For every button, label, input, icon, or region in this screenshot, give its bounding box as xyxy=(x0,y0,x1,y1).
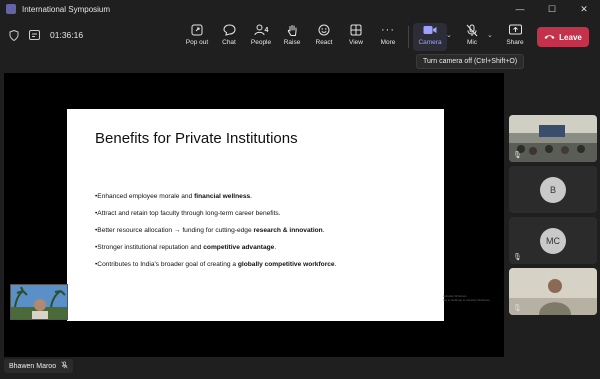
view-label: View xyxy=(349,39,363,46)
mic-label: Mic xyxy=(466,39,478,46)
raise-hand-button[interactable]: Raise xyxy=(275,23,309,51)
mic-muted-icon: 🎙 xyxy=(513,152,522,159)
people-label: People xyxy=(250,39,272,46)
participant-tile[interactable]: 🎙 xyxy=(509,115,597,162)
people-button[interactable]: 4 People xyxy=(244,23,278,51)
presenter-video[interactable] xyxy=(10,284,68,320)
meeting-info: 01:36:16 xyxy=(8,29,83,41)
toolbar-divider xyxy=(408,26,409,48)
react-button[interactable]: React xyxy=(307,23,341,51)
more-label: More xyxy=(380,39,396,46)
slide-bullet: •Enhanced employee morale and financial … xyxy=(95,193,253,200)
more-icon: ··· xyxy=(381,24,395,36)
meeting-timer: 01:36:16 xyxy=(50,30,84,40)
share-label: Share xyxy=(506,39,524,46)
recording-info-icon[interactable] xyxy=(28,29,40,41)
maximize-button[interactable]: ☐ xyxy=(536,0,568,18)
slide-bullet: •Better resource allocation → funding fo… xyxy=(95,227,325,234)
slide-bullet-list: •Enhanced employee morale and financial … xyxy=(95,193,336,278)
camera-button[interactable]: Camera xyxy=(413,23,447,51)
chat-label: Chat xyxy=(222,39,236,46)
share-button[interactable]: Share xyxy=(498,23,532,51)
share-icon xyxy=(508,23,522,37)
meeting-toolbar: 01:36:16 Pop out Chat 4 People Raise Rea… xyxy=(0,18,600,56)
mic-options-chevron-icon[interactable]: ⌄ xyxy=(487,31,493,39)
view-button[interactable]: View xyxy=(339,23,373,51)
presenter-name: Bhawen Maroo xyxy=(9,362,57,370)
camera-icon xyxy=(423,23,437,37)
camera-options-chevron-icon[interactable]: ⌄ xyxy=(446,31,452,39)
slide-bullet: •Attract and retain top faculty through … xyxy=(95,210,281,217)
window-controls: — ☐ ✕ xyxy=(504,0,600,18)
presenter-name-tag: Bhawen Maroo xyxy=(4,359,74,373)
chat-icon xyxy=(222,23,236,37)
minimize-button[interactable]: — xyxy=(504,0,536,18)
people-icon: 4 xyxy=(251,23,271,37)
popout-label: Pop out xyxy=(185,39,209,46)
camera-label: Camera xyxy=(418,39,442,46)
raise-label: Raise xyxy=(283,39,301,46)
emoji-icon xyxy=(317,23,331,37)
close-button[interactable]: ✕ xyxy=(568,0,600,18)
phone-hangup-icon xyxy=(544,33,555,42)
window-title: International Symposium xyxy=(22,4,111,14)
avatar: B xyxy=(540,177,566,203)
mic-muted-icon: 🎙 xyxy=(513,305,522,312)
slide-bullet: •Contributes to India's broader goal of … xyxy=(95,261,337,268)
participant-tile[interactable]: 🎙 xyxy=(509,268,597,315)
more-button[interactable]: ··· More xyxy=(371,23,405,51)
title-bar: International Symposium — ☐ ✕ xyxy=(0,0,600,18)
chat-button[interactable]: Chat xyxy=(212,23,246,51)
mic-muted-icon xyxy=(61,361,68,371)
popout-button[interactable]: Pop out xyxy=(180,23,214,51)
popout-icon xyxy=(190,23,204,37)
camera-tooltip: Turn camera off (Ctrl+Shift+O) xyxy=(416,54,525,69)
activate-windows-watermark: Activate Windows Go to Settings to activ… xyxy=(443,294,491,302)
slide-bullet: •Stronger institutional reputation and c… xyxy=(95,244,277,251)
teams-logo-icon xyxy=(6,4,16,14)
leave-button[interactable]: Leave xyxy=(537,27,589,47)
mic-button[interactable]: Mic xyxy=(455,23,489,51)
presentation-slide: Benefits for Private Institutions •Enhan… xyxy=(67,109,444,321)
mic-muted-icon: 🎙 xyxy=(513,254,522,261)
shield-icon[interactable] xyxy=(8,29,20,41)
slide-title: Benefits for Private Institutions xyxy=(95,130,298,147)
mic-off-icon xyxy=(465,23,479,37)
hand-icon xyxy=(285,23,299,37)
avatar: MC xyxy=(540,228,566,254)
participant-tile[interactable]: B xyxy=(509,166,597,213)
participant-tile[interactable]: MC 🎙 xyxy=(509,217,597,264)
react-label: React xyxy=(315,39,333,46)
grid-view-icon xyxy=(349,23,363,37)
people-count: 4 xyxy=(264,26,269,34)
leave-label: Leave xyxy=(559,32,582,42)
